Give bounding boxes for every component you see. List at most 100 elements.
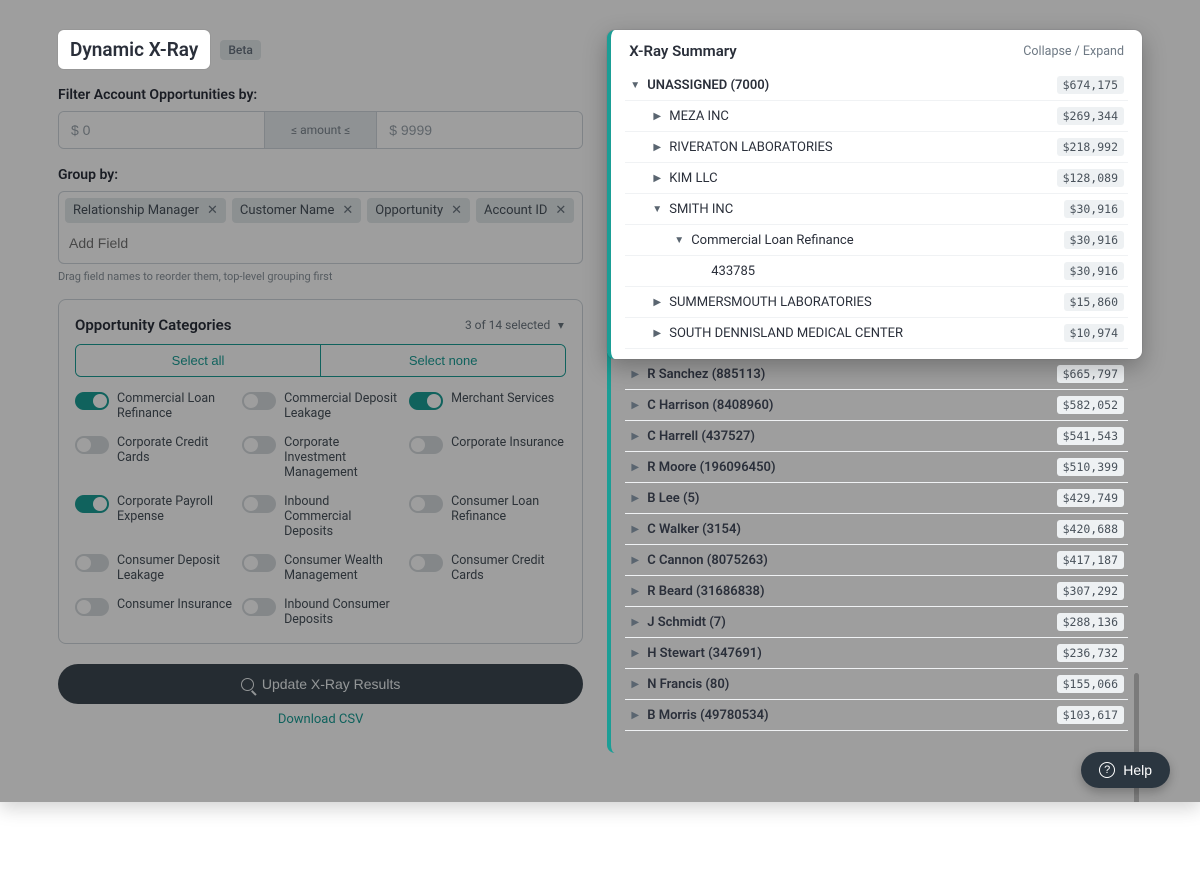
select-all-button[interactable]: Select all [76,345,321,376]
caret-right-icon[interactable]: ▶ [629,400,641,411]
tree-row-label: SOUTH DENNISLAND MEDICAL CENTER [669,326,903,341]
download-csv-link[interactable]: Download CSV [58,712,583,727]
tree-row[interactable]: ▶ N Francis (80) $155,066 [625,669,1128,700]
category-toggle[interactable] [75,554,109,572]
tree-row[interactable]: ▶SUMMERSMOUTH LABORATORIES$15,860 [625,287,1128,318]
tree-row[interactable]: ▼UNASSIGNED (7000)$674,175 [625,70,1128,101]
tree-row[interactable]: ▼Commercial Loan Refinance$30,916 [625,225,1128,256]
category-toggle[interactable] [242,554,276,572]
close-icon[interactable]: ✕ [342,204,353,217]
tree-row[interactable]: 433785$30,916 [625,256,1128,287]
tree-row-amount: $674,175 [1057,76,1124,94]
caret-right-icon[interactable]: ▶ [629,555,641,566]
caret-right-icon[interactable]: ▶ [629,586,641,597]
tree-row[interactable]: ▶R Sanchez (885113)$665,797 [625,359,1128,390]
tree-row-amount: $218,992 [1057,138,1124,156]
groupby-tag[interactable]: Opportunity✕ [367,198,470,223]
caret-right-icon[interactable]: ▶ [651,111,663,122]
filter-label: Filter Account Opportunities by: [58,87,583,103]
category-toggle[interactable] [242,598,276,616]
category-toggle[interactable] [75,436,109,454]
category-label: Consumer Credit Cards [451,553,566,583]
tree-row[interactable]: ▶R Beard (31686838)$307,292 [625,576,1128,607]
tree-row-amount: $236,732 [1057,644,1124,662]
caret-down-icon[interactable]: ▼ [651,204,663,215]
close-icon[interactable]: ✕ [207,204,218,217]
tree-row-label: R Beard (31686838) [647,584,764,599]
category-item: Corporate Credit Cards [75,435,232,480]
category-label: Corporate Payroll Expense [117,494,232,524]
category-toggle[interactable] [242,436,276,454]
caret-right-icon[interactable]: ▶ [629,648,641,659]
summary-actions[interactable]: Collapse / Expand [1023,44,1124,59]
category-toggle[interactable] [75,392,109,410]
caret-right-icon[interactable]: ▶ [629,493,641,504]
help-button[interactable]: ? Help [1081,752,1170,788]
tree-row[interactable]: ▶R Moore (196096450)$510,399 [625,452,1128,483]
tree-row[interactable]: ▶B Lee (5)$429,749 [625,483,1128,514]
tree-row[interactable]: ▶MEZA INC$269,344 [625,101,1128,132]
groupby-tag[interactable]: Customer Name✕ [232,198,361,223]
caret-right-icon[interactable]: ▶ [651,142,663,153]
tree-row-label: C Cannon (8075263) [647,553,768,568]
caret-right-icon[interactable]: ▶ [651,297,663,308]
groupby-tag[interactable]: Account ID✕ [476,198,574,223]
tree-row[interactable]: ▶KIM LLC$128,089 [625,163,1128,194]
groupby-tag[interactable]: Relationship Manager✕ [65,198,226,223]
tree-row[interactable]: ▶J Schmidt (7)$288,136 [625,607,1128,638]
category-toggle[interactable] [242,495,276,513]
add-field-input[interactable] [65,229,254,257]
tree-row[interactable]: ▶C Harrison (8408960)$582,052 [625,390,1128,421]
caret-down-icon[interactable]: ▼ [673,235,685,246]
tree-row[interactable]: ▶B Morris (49780534)$103,617 [625,700,1128,731]
tree-row-amount: $429,749 [1057,489,1124,507]
category-toggle[interactable] [75,598,109,616]
groupby-tags[interactable]: Relationship Manager✕Customer Name✕Oppor… [58,191,583,264]
tree-row-amount: $155,066 [1057,675,1124,693]
caret-right-icon[interactable]: ▶ [629,617,641,628]
tree-row[interactable]: ▶SOUTH DENNISLAND MEDICAL CENTER$10,974 [625,318,1128,349]
tree-row[interactable]: ▶C Walker (3154)$420,688 [625,514,1128,545]
category-toggle[interactable] [409,392,443,410]
collapse-link[interactable]: Collapse [1023,44,1071,59]
help-icon: ? [1099,762,1115,778]
category-label: Consumer Deposit Leakage [117,553,232,583]
expand-link[interactable]: Expand [1083,44,1124,59]
category-label: Corporate Credit Cards [117,435,232,465]
tree-row-amount: $15,860 [1064,293,1124,311]
caret-right-icon[interactable]: ▶ [629,431,641,442]
category-toggle[interactable] [409,554,443,572]
page-title: Dynamic X-Ray [58,30,210,69]
category-toggle[interactable] [242,392,276,410]
caret-right-icon[interactable]: ▶ [629,710,641,721]
tree-row-label: MEZA INC [669,109,729,124]
tree-row[interactable]: ▶C Harrell (437527)$541,543 [625,421,1128,452]
caret-down-icon[interactable]: ▼ [629,80,641,91]
category-label: Merchant Services [451,391,554,406]
tree-row[interactable]: ▶H Stewart (347691)$236,732 [625,638,1128,669]
categories-count[interactable]: 3 of 14 selected ▲ [465,318,566,332]
caret-right-icon[interactable]: ▶ [629,524,641,535]
tree-row[interactable]: ▶C Cannon (8075263)$417,187 [625,545,1128,576]
amount-min-input[interactable] [59,112,264,148]
amount-max-input[interactable] [377,112,582,148]
select-none-button[interactable]: Select none [321,345,565,376]
close-icon[interactable]: ✕ [451,204,462,217]
category-toggle[interactable] [409,495,443,513]
caret-right-icon[interactable]: ▶ [651,328,663,339]
caret-right-icon[interactable]: ▶ [651,173,663,184]
tree-row-label: N Francis (80) [647,677,729,692]
category-toggle[interactable] [409,436,443,454]
caret-right-icon[interactable]: ▶ [629,462,641,473]
amount-filter: ≤ amount ≤ [58,111,583,149]
category-toggle[interactable] [75,495,109,513]
tree-row-amount: $665,797 [1057,365,1124,383]
tree-row[interactable]: ▶RIVERATON LABORATORIES$218,992 [625,132,1128,163]
caret-right-icon[interactable]: ▶ [629,369,641,380]
tree-row-amount: $420,688 [1057,520,1124,538]
categories-grid: Commercial Loan RefinanceCommercial Depo… [75,391,566,627]
caret-right-icon[interactable]: ▶ [629,679,641,690]
update-results-button[interactable]: Update X-Ray Results [58,664,583,704]
close-icon[interactable]: ✕ [555,204,566,217]
tree-row[interactable]: ▼SMITH INC$30,916 [625,194,1128,225]
